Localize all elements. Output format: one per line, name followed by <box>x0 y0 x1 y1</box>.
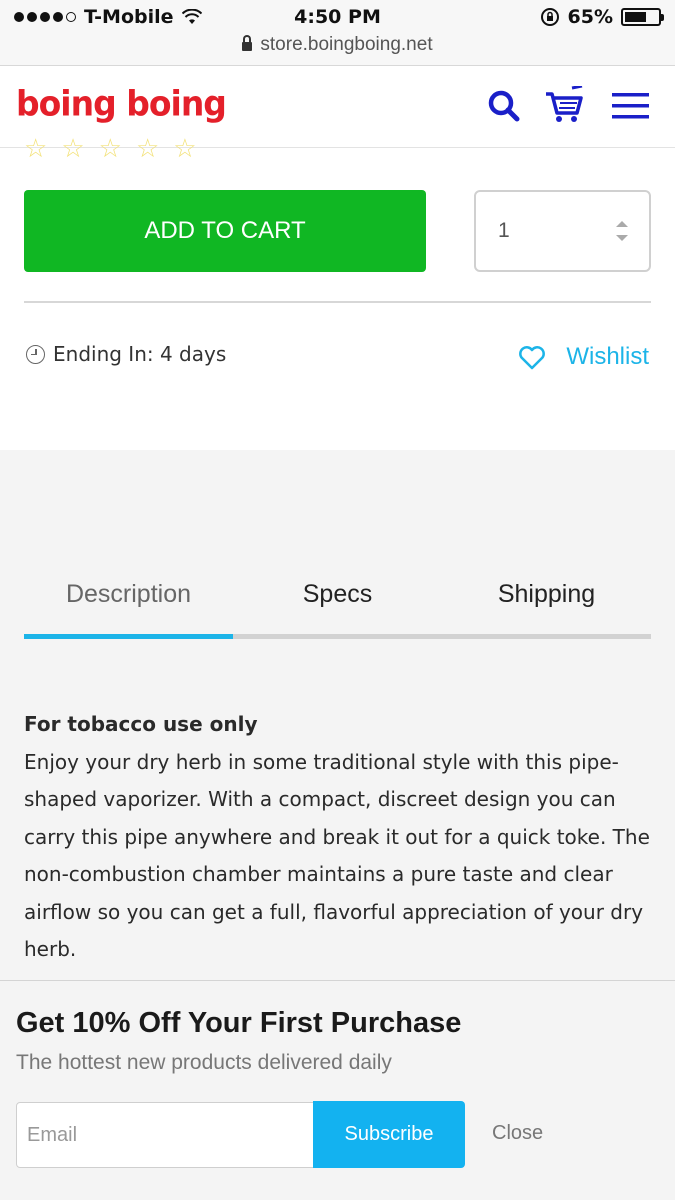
battery-icon <box>621 8 664 26</box>
status-bar: T-Mobile 4:50 PM 65% store.boingboing.ne… <box>0 0 675 66</box>
rotation-lock-icon <box>540 8 559 26</box>
popup-subtitle: The hottest new products delivered daily <box>16 1051 392 1074</box>
tab-shipping[interactable]: Shipping <box>442 580 651 609</box>
clock-icon <box>26 344 45 364</box>
description-title: For tobacco use only <box>24 712 258 736</box>
newsletter-popup: Get 10% Off Your First Purchase The hott… <box>0 980 675 1200</box>
tab-active-indicator <box>24 634 233 639</box>
tab-specs[interactable]: Specs <box>233 580 442 609</box>
ending-timer: Ending In: 4 days <box>26 342 226 366</box>
ending-label: Ending In: 4 days <box>53 342 227 366</box>
product-description: For tobacco use only Enjoy your dry herb… <box>24 706 651 969</box>
lock-icon <box>242 35 253 51</box>
battery-info: 65% <box>540 6 664 28</box>
wishlist-button[interactable]: Wishlist <box>518 343 649 371</box>
wishlist-label: Wishlist <box>566 343 649 370</box>
battery-percent: 65% <box>567 6 613 28</box>
star-icon: ☆ <box>135 134 160 164</box>
star-icon: ☆ <box>24 134 48 164</box>
boing-boing-logo[interactable]: boing boing <box>16 83 227 124</box>
url-text: store.boingboing.net <box>260 34 433 55</box>
star-icon: ☆ <box>61 134 85 164</box>
popup-title: Get 10% Off Your First Purchase <box>16 1007 462 1039</box>
search-icon[interactable] <box>484 86 524 126</box>
hamburger-menu-icon[interactable] <box>612 86 652 126</box>
address-bar[interactable]: store.boingboing.net <box>0 34 675 56</box>
quantity-value: 1 <box>498 219 510 242</box>
product-tabs: Description Specs Shipping <box>24 570 651 640</box>
quantity-stepper[interactable]: 1 <box>474 190 651 272</box>
divider <box>24 301 651 303</box>
description-body: Enjoy your dry herb in some traditional … <box>24 749 650 962</box>
email-field[interactable] <box>16 1102 314 1168</box>
heart-icon <box>519 345 546 369</box>
add-to-cart-button[interactable]: ADD TO CART <box>24 190 426 272</box>
subscribe-button[interactable]: Subscribe <box>313 1101 465 1168</box>
product-purchase-panel: ☆ ☆ ☆ ☆ ☆ ADD TO CART 1 Ending In: 4 days Wi… <box>0 134 675 450</box>
close-button[interactable]: Close <box>492 1122 543 1145</box>
cart-icon[interactable] <box>544 86 584 126</box>
stepper-arrows-icon[interactable] <box>615 218 629 244</box>
rating-stars: ☆ ☆ ☆ ☆ ☆ <box>24 134 197 164</box>
tab-description[interactable]: Description <box>24 580 233 609</box>
star-icon: ☆ <box>173 134 197 164</box>
star-icon: ☆ <box>98 134 122 164</box>
